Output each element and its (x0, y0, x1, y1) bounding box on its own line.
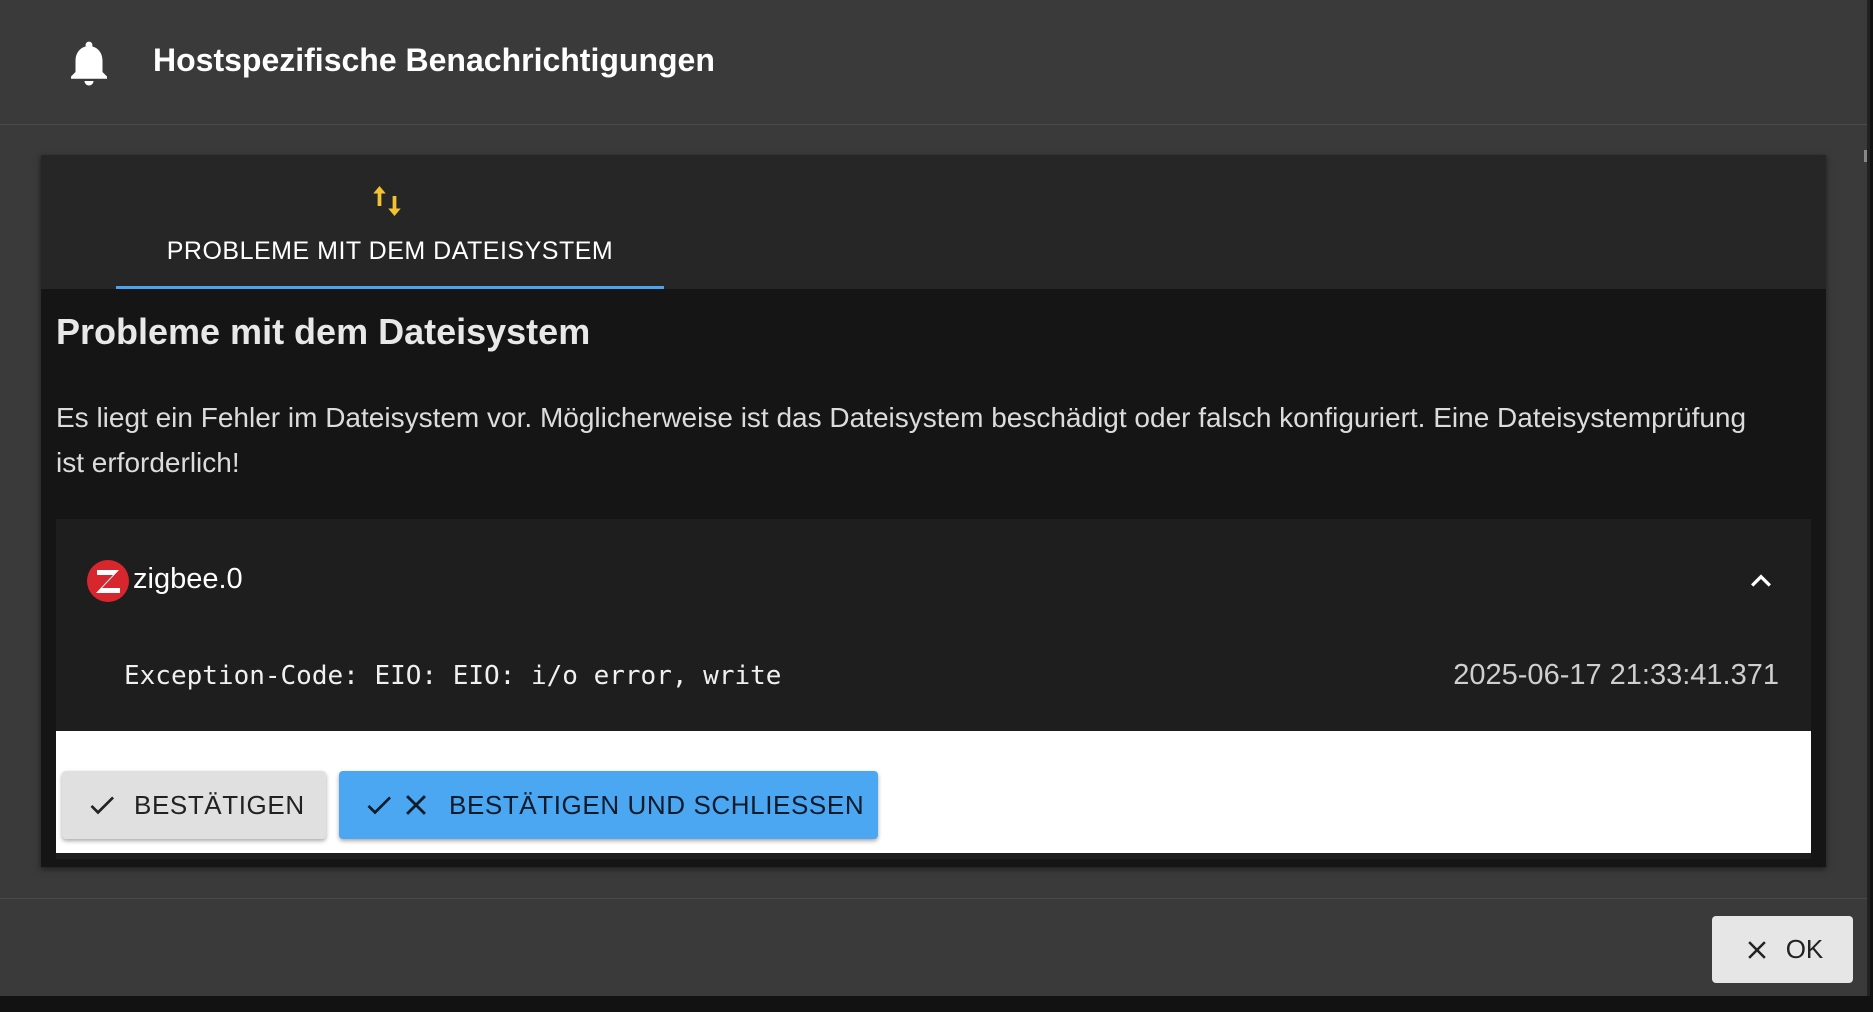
dialog-title: Hostspezifische Benachrichtigungen (153, 42, 715, 78)
swap-vertical-icon (373, 186, 401, 216)
dialog-header: Hostspezifische Benachrichtigungen (0, 0, 1867, 125)
tab-bar: PROBLEME MIT DEM DATEISYSTEM (41, 155, 1826, 289)
confirm-and-close-button[interactable]: BESTÄTIGEN UND SCHLIESSEN (339, 771, 878, 839)
zigbee-logo-icon (87, 560, 129, 602)
section-description: Es liegt ein Fehler im Dateisystem vor. … (56, 402, 1747, 478)
close-icon (406, 795, 426, 815)
message-body: zigbee.0 Exception-Code: EIO: EIO: i/o e… (56, 519, 1811, 731)
adapter-name: zigbee.0 (133, 563, 243, 595)
ok-label: OK (1785, 934, 1824, 964)
dialog-footer: OK (0, 898, 1867, 997)
check-icon (367, 796, 391, 815)
scrollbar-thumb[interactable] (1864, 150, 1867, 162)
confirm-label: BESTÄTIGEN (134, 789, 305, 820)
chevron-up-icon[interactable] (1741, 561, 1781, 601)
message-actions: BESTÄTIGEN BESTÄTIGEN UND SCHLIESSEN (56, 731, 1811, 853)
notification-dialog: Hostspezifische Benachrichtigungen PROBL… (0, 0, 1870, 996)
bell-icon (71, 41, 107, 86)
tab-active-indicator (116, 286, 664, 289)
exception-message: Exception-Code: EIO: EIO: i/o error, wri… (124, 661, 782, 691)
check-icon (90, 796, 114, 815)
tab-label: PROBLEME MIT DEM DATEISYSTEM (166, 237, 614, 265)
message-timestamp: 2025-06-17 21:33:41.371 (1453, 659, 1779, 691)
notification-content: PROBLEME MIT DEM DATEISYSTEM Probleme mi… (41, 155, 1826, 867)
tab-filesystem-problems[interactable]: PROBLEME MIT DEM DATEISYSTEM (116, 155, 664, 289)
close-icon (1747, 940, 1766, 959)
confirm-and-close-label: BESTÄTIGEN UND SCHLIESSEN (449, 789, 865, 820)
confirm-button[interactable]: BESTÄTIGEN (62, 771, 326, 839)
message-card: zigbee.0 Exception-Code: EIO: EIO: i/o e… (56, 519, 1811, 859)
ok-button[interactable]: OK (1712, 916, 1853, 983)
section-title: Probleme mit dem Dateisystem (56, 311, 591, 352)
